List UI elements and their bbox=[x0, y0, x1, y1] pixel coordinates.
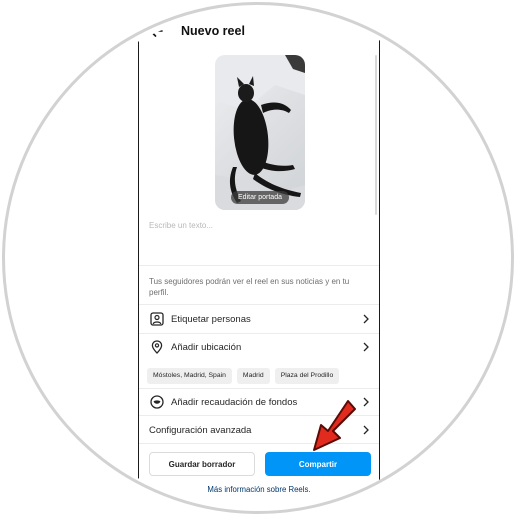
tag-person-icon bbox=[149, 311, 165, 327]
scrollbar[interactable] bbox=[375, 55, 377, 215]
cat-photo-image bbox=[215, 55, 305, 210]
divider bbox=[139, 265, 379, 266]
chevron-right-icon bbox=[359, 312, 373, 326]
fundraiser-icon bbox=[149, 394, 165, 410]
back-button[interactable] bbox=[147, 22, 165, 40]
red-pointer-arrow-icon bbox=[313, 400, 356, 451]
location-suggestions: Móstoles, Madrid, Spain Madrid Plaza del… bbox=[147, 368, 387, 384]
more-info-link[interactable]: Más información sobre Reels. bbox=[139, 485, 379, 494]
location-chip[interactable]: Móstoles, Madrid, Spain bbox=[147, 368, 232, 384]
chevron-right-icon bbox=[359, 423, 373, 437]
edit-cover-button[interactable]: Editar portada bbox=[231, 191, 289, 204]
back-arrow-icon bbox=[149, 25, 163, 37]
camera-status-icon bbox=[333, 10, 341, 12]
location-status-icon bbox=[347, 10, 350, 12]
wifi-status-icon bbox=[359, 10, 362, 12]
tag-people-label: Etiquetar personas bbox=[171, 313, 251, 325]
caption-input[interactable]: Escribe un texto... bbox=[149, 221, 371, 230]
divider bbox=[139, 304, 379, 305]
screenshot-frame: Nuevo reel Editar portada Escribe un tex… bbox=[10, 10, 510, 510]
location-pin-icon bbox=[149, 339, 165, 355]
add-location-row[interactable]: Añadir ubicación bbox=[139, 335, 379, 359]
reel-cover-thumbnail[interactable]: Editar portada bbox=[215, 55, 305, 210]
tag-people-row[interactable]: Etiquetar personas bbox=[139, 307, 379, 331]
location-chip[interactable]: Plaza del Prodillo bbox=[274, 368, 340, 384]
location-chip[interactable]: Madrid bbox=[236, 368, 270, 384]
status-bar bbox=[333, 10, 365, 14]
top-bar: Nuevo reel bbox=[139, 20, 379, 42]
followers-notice: Tus seguidores podrán ver el reel en sus… bbox=[149, 277, 350, 297]
divider bbox=[139, 388, 379, 389]
divider bbox=[139, 333, 379, 334]
page-title: Nuevo reel bbox=[181, 24, 245, 38]
chevron-right-icon bbox=[359, 395, 373, 409]
chevron-right-icon bbox=[359, 340, 373, 354]
add-location-label: Añadir ubicación bbox=[171, 341, 242, 353]
share-button[interactable]: Compartir bbox=[265, 452, 371, 476]
save-draft-button[interactable]: Guardar borrador bbox=[149, 452, 255, 476]
